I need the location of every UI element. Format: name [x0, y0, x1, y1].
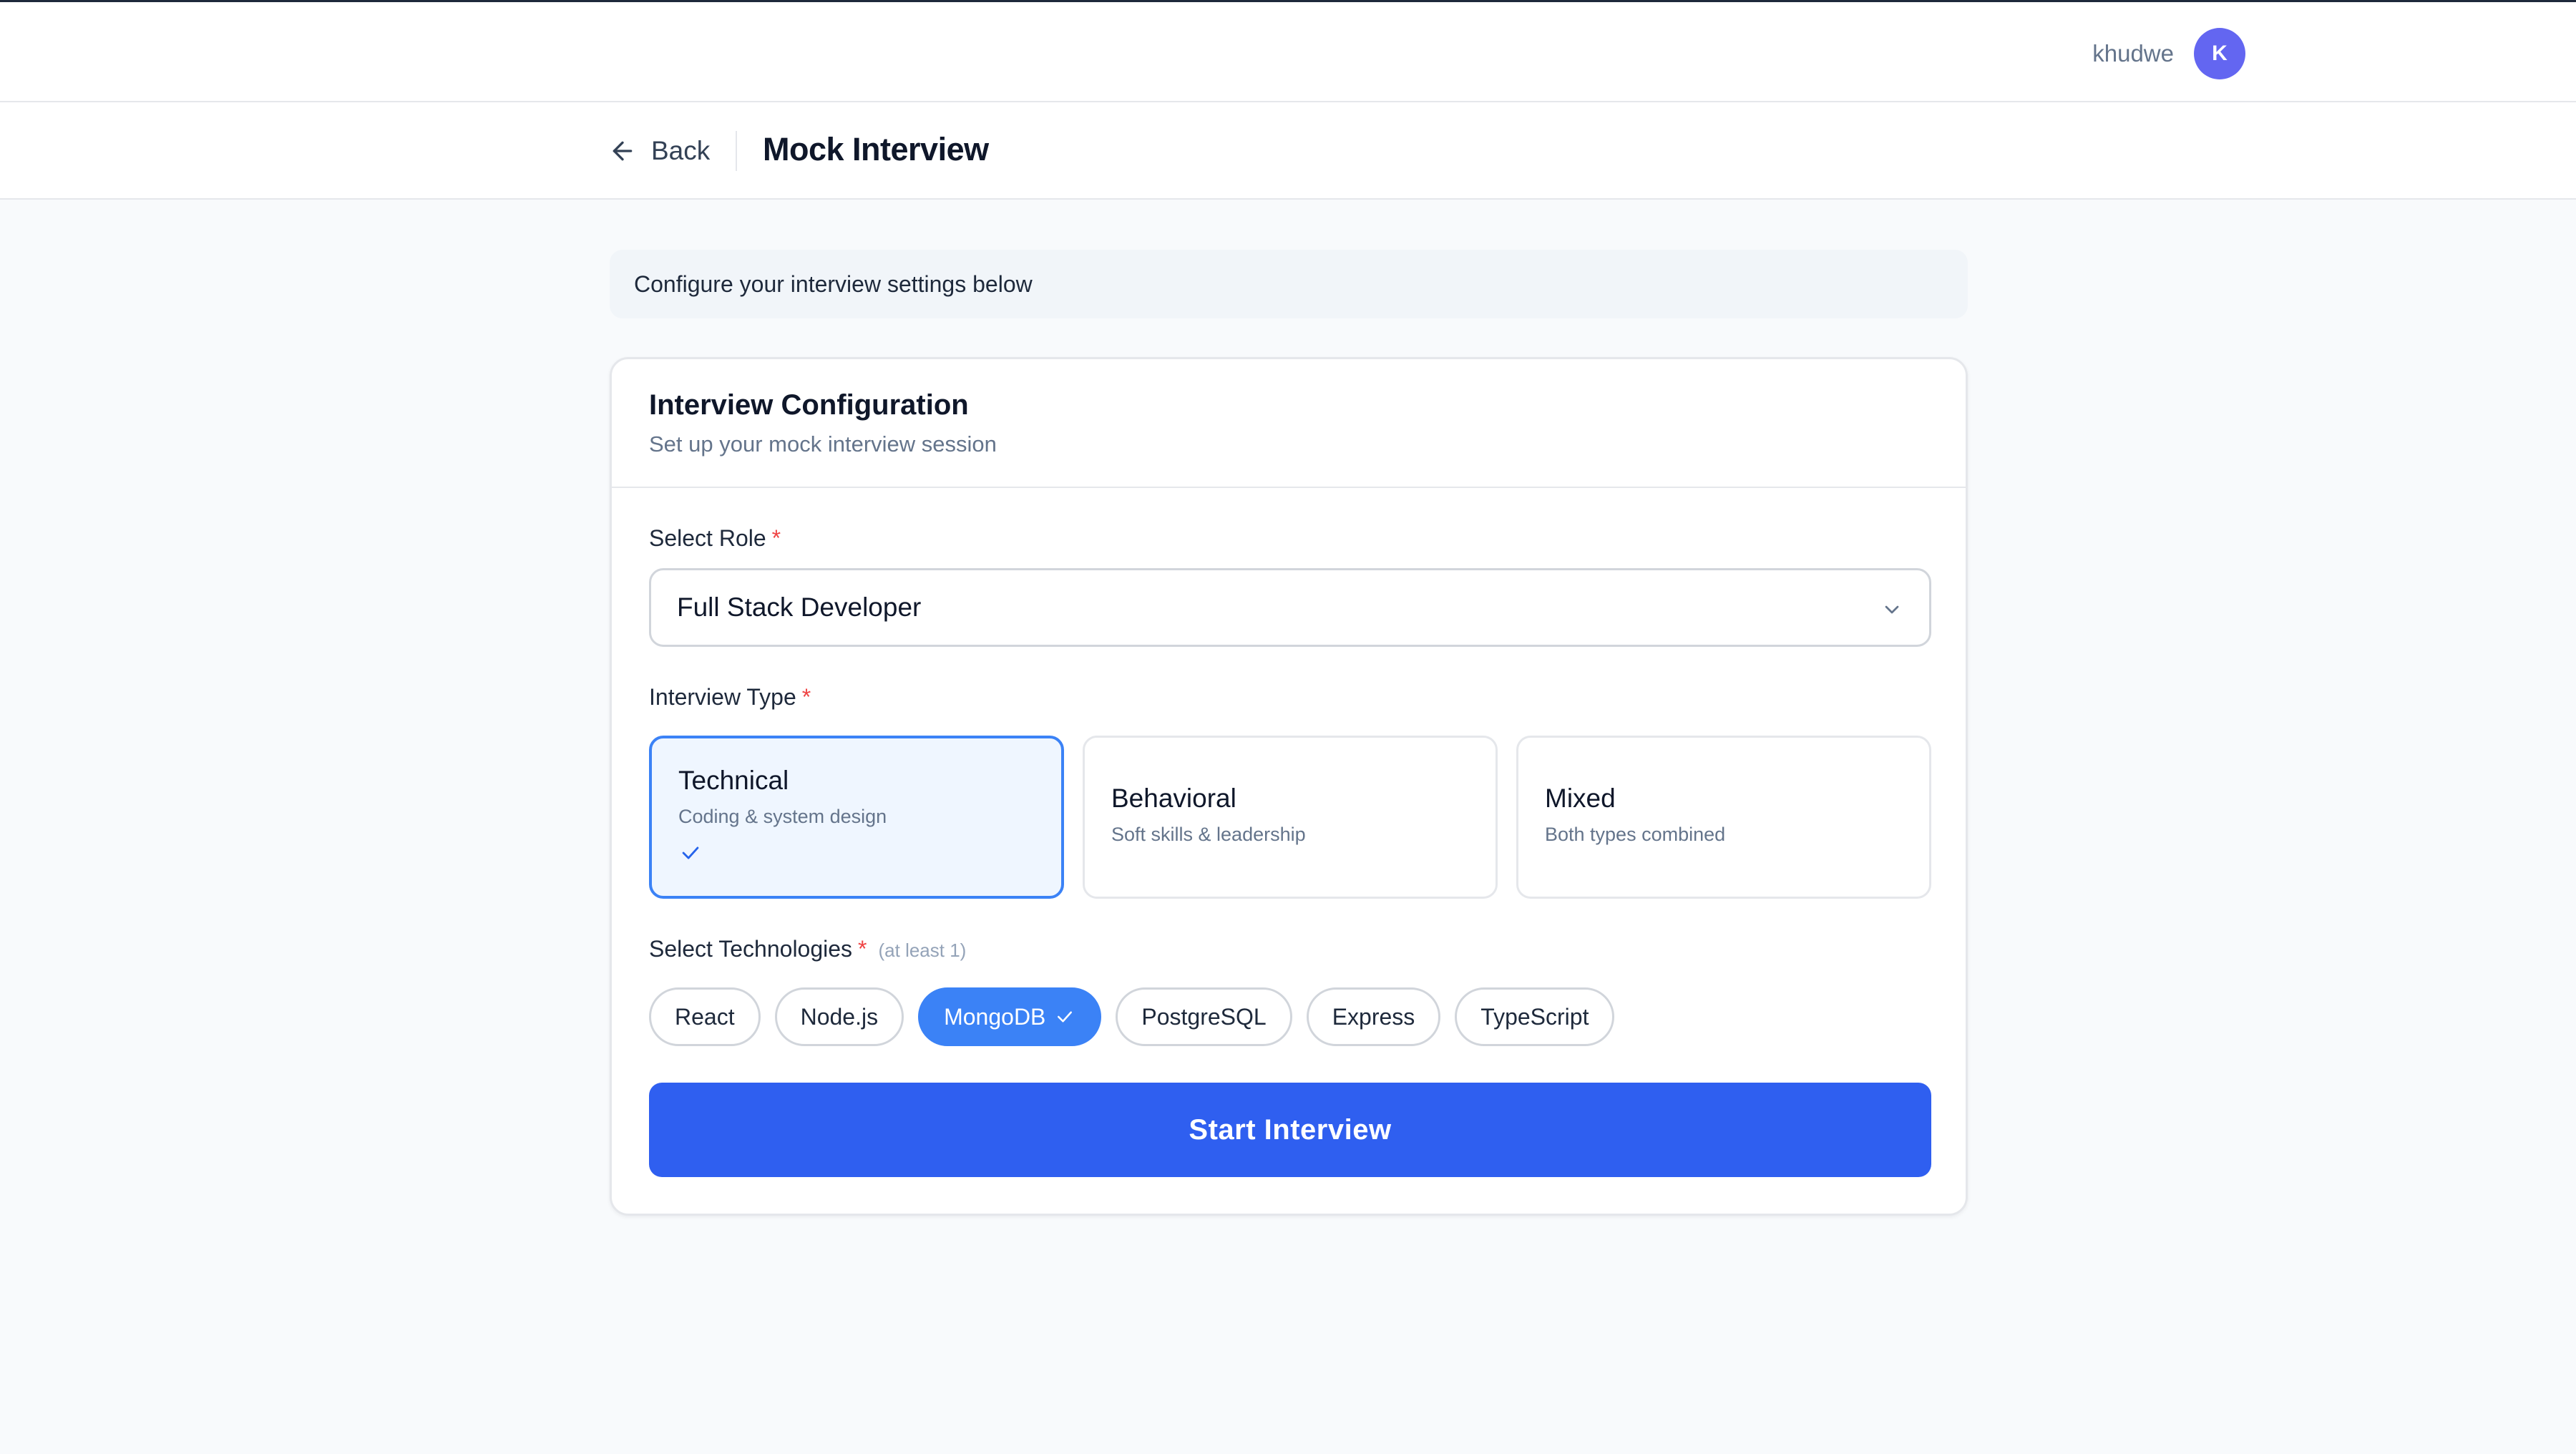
type-name: Mixed [1545, 784, 1616, 813]
header-divider [736, 131, 737, 171]
interview-type-mixed[interactable]: Mixed Both types combined [1516, 736, 1931, 899]
interview-type-technical[interactable]: Technical Coding & system design [649, 736, 1064, 899]
start-interview-button[interactable]: Start Interview [649, 1083, 1931, 1177]
type-description: Coding & system design [678, 806, 887, 827]
back-button[interactable]: Back [608, 128, 710, 174]
user-menu[interactable]: khudwe K [2092, 28, 2245, 79]
role-label: Select Role * [649, 525, 781, 552]
required-mark: * [858, 936, 867, 962]
technologies-hint: (at least 1) [878, 940, 967, 961]
technology-chips: React Node.js MongoDB PostgreSQL Express… [649, 987, 1615, 1046]
role-select-value: Full Stack Developer [677, 592, 922, 622]
card-title: Interview Configuration [649, 389, 969, 421]
tech-chip-express[interactable]: Express [1306, 987, 1441, 1046]
technologies-label: Select Technologies * (at least 1) [649, 936, 966, 962]
chip-label: MongoDB [944, 1003, 1046, 1030]
tech-chip-mongodb[interactable]: MongoDB [918, 987, 1102, 1046]
type-name: Technical [678, 766, 789, 795]
required-mark: * [771, 525, 781, 551]
chip-label: Node.js [800, 1003, 879, 1030]
back-label: Back [651, 136, 711, 165]
info-banner: Configure your interview settings below [610, 250, 1968, 318]
chip-label: Express [1332, 1003, 1415, 1030]
role-label-text: Select Role [649, 525, 766, 551]
role-select[interactable]: Full Stack Developer [649, 568, 1931, 647]
chip-label: PostgreSQL [1141, 1003, 1267, 1030]
chip-label: React [675, 1003, 735, 1030]
chip-label: TypeScript [1480, 1003, 1589, 1030]
card-subtitle: Set up your mock interview session [649, 431, 997, 457]
type-description: Both types combined [1545, 824, 1726, 845]
top-bar: khudwe K [0, 0, 2576, 102]
arrow-left-icon [613, 141, 633, 161]
username: khudwe [2092, 40, 2174, 67]
check-icon [1058, 1011, 1073, 1023]
tech-chip-nodejs[interactable]: Node.js [774, 987, 904, 1046]
card-header: Interview Configuration Set up your mock… [612, 359, 1966, 488]
tech-chip-react[interactable]: React [649, 987, 761, 1046]
interview-type-behavioral[interactable]: Behavioral Soft skills & leadership [1083, 736, 1498, 899]
chevron-down-icon [1885, 605, 1899, 614]
avatar[interactable]: K [2194, 28, 2245, 79]
interview-config-card: Interview Configuration Set up your mock… [610, 357, 1968, 1216]
page-title: Mock Interview [763, 131, 989, 167]
technologies-label-text: Select Technologies [649, 936, 853, 962]
page-header: Back Mock Interview [0, 102, 2576, 200]
tech-chip-postgresql[interactable]: PostgreSQL [1116, 987, 1292, 1046]
required-mark: * [801, 684, 811, 710]
interview-type-label: Interview Type * [649, 684, 811, 711]
check-icon [682, 846, 699, 859]
interview-type-label-text: Interview Type [649, 684, 796, 710]
type-description: Soft skills & leadership [1111, 824, 1306, 845]
tech-chip-typescript[interactable]: TypeScript [1455, 987, 1615, 1046]
type-name: Behavioral [1111, 784, 1236, 813]
